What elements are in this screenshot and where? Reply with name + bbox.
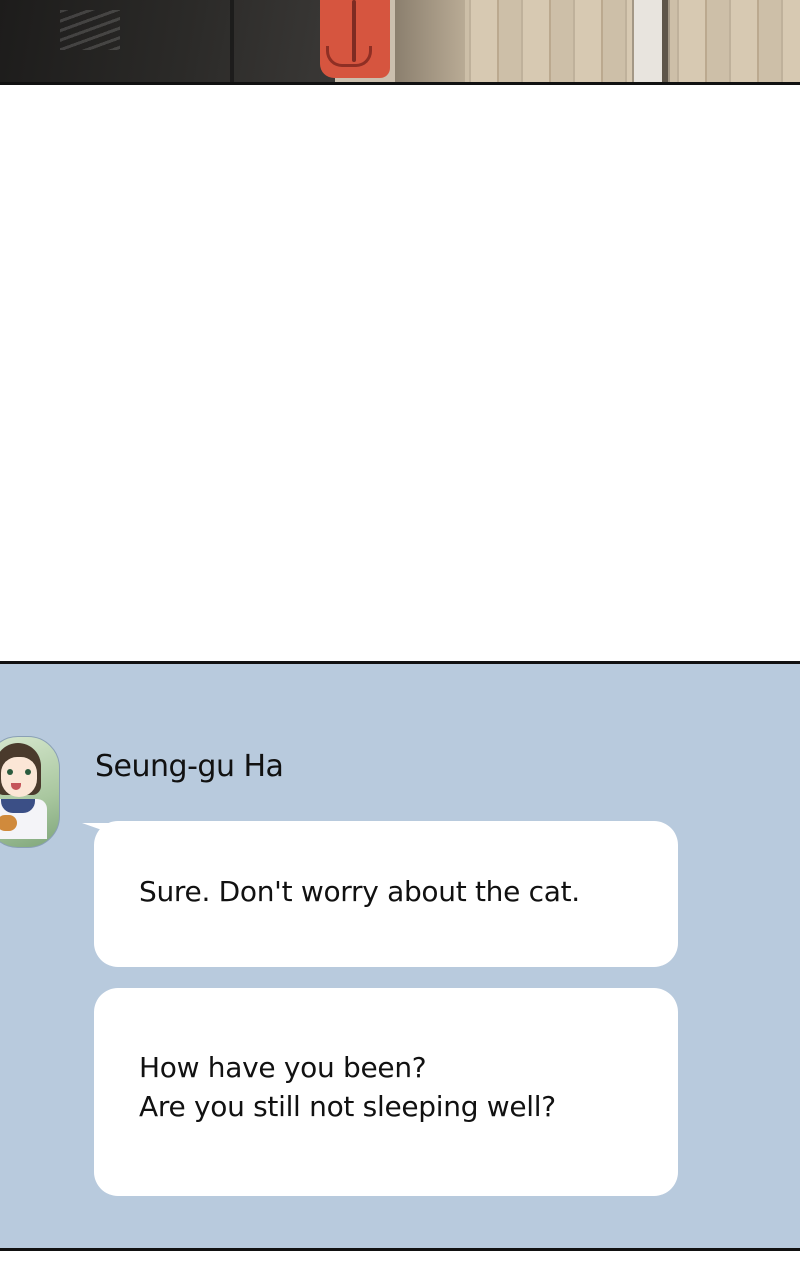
- jacket-illustration: [0, 0, 335, 82]
- comic-page: Seung-gu Ha Sure. Don't worry about the …: [0, 0, 800, 1280]
- sender-name: Seung-gu Ha: [95, 749, 284, 784]
- avatar-face: [1, 757, 37, 797]
- avatar-eye-right: [25, 769, 31, 775]
- avatar-cat: [0, 815, 17, 831]
- comic-panel-top: [0, 0, 800, 85]
- door-frame-illustration: [662, 0, 668, 82]
- message-bubble[interactable]: Sure. Don't worry about the cat.: [94, 821, 678, 967]
- bag-handle-illustration: [326, 46, 372, 67]
- chat-panel: Seung-gu Ha Sure. Don't worry about the …: [0, 661, 800, 1251]
- avatar[interactable]: [0, 736, 60, 848]
- jacket-fold-illustration: [230, 0, 234, 82]
- wall-shadow-illustration: [395, 0, 465, 82]
- jacket-print-illustration: [60, 10, 120, 50]
- avatar-eye-left: [7, 769, 13, 775]
- message-bubble[interactable]: How have you been? Are you still not sle…: [94, 988, 678, 1196]
